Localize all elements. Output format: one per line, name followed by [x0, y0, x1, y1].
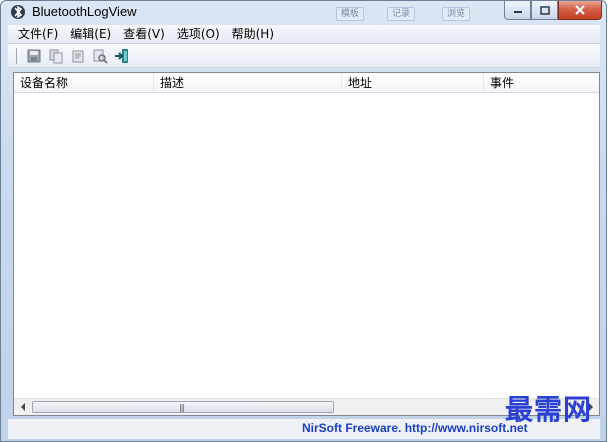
save-button[interactable]: [23, 46, 45, 66]
watermark-text: 最需网: [505, 393, 593, 426]
arrow-left-icon: [20, 403, 25, 411]
exit-icon: [115, 48, 128, 63]
menu-bar: 文件(F) 编辑(E) 查看(V) 选项(O) 帮助(H): [8, 25, 600, 44]
nirsoft-link[interactable]: NirSoft Freeware. http://www.nirsoft.net: [302, 421, 528, 435]
copy-button[interactable]: [45, 46, 67, 66]
column-header-address[interactable]: 地址: [342, 73, 484, 93]
app-icon: [10, 4, 26, 20]
scroll-left-button[interactable]: [14, 399, 31, 415]
column-header-description[interactable]: 描述: [154, 73, 342, 93]
close-icon: [575, 5, 585, 15]
exit-button[interactable]: [111, 46, 133, 66]
scrollbar-thumb[interactable]: |||: [32, 401, 334, 413]
properties-button[interactable]: [67, 46, 89, 66]
log-list[interactable]: 设备名称 描述 地址 事件 |||: [13, 72, 600, 416]
menu-help[interactable]: 帮助(H): [226, 25, 280, 43]
menu-view[interactable]: 查看(V): [117, 25, 171, 43]
window-controls: [504, 1, 602, 20]
properties-icon: [72, 50, 84, 62]
toolbar: [8, 44, 600, 68]
minimize-button[interactable]: [504, 1, 531, 20]
background-window-tab: 模板: [336, 7, 364, 21]
column-header-event[interactable]: 事件: [484, 73, 599, 93]
background-window-tab: 记录: [387, 7, 415, 21]
column-header-device-name[interactable]: 设备名称: [14, 73, 154, 93]
close-button[interactable]: [558, 1, 602, 20]
find-button[interactable]: [89, 46, 111, 66]
window-title: BluetoothLogView: [32, 4, 137, 19]
menu-edit[interactable]: 编辑(E): [64, 25, 117, 43]
copy-icon: [49, 49, 63, 63]
title-bar[interactable]: BluetoothLogView 模板 记录 浏览: [1, 1, 606, 23]
background-window-tab: 浏览: [442, 7, 470, 21]
minimize-icon: [513, 11, 522, 13]
toolbar-grip: [16, 47, 19, 64]
app-window: BluetoothLogView 模板 记录 浏览 文件(F) 编辑(E) 查看…: [0, 0, 607, 442]
find-icon: [93, 49, 108, 64]
maximize-button[interactable]: [531, 1, 558, 20]
thumb-grip-icon: |||: [179, 403, 185, 412]
save-icon: [27, 49, 41, 62]
menu-file[interactable]: 文件(F): [12, 25, 64, 43]
menu-options[interactable]: 选项(O): [171, 25, 226, 43]
maximize-icon: [539, 5, 550, 15]
list-header: 设备名称 描述 地址 事件: [14, 73, 599, 93]
